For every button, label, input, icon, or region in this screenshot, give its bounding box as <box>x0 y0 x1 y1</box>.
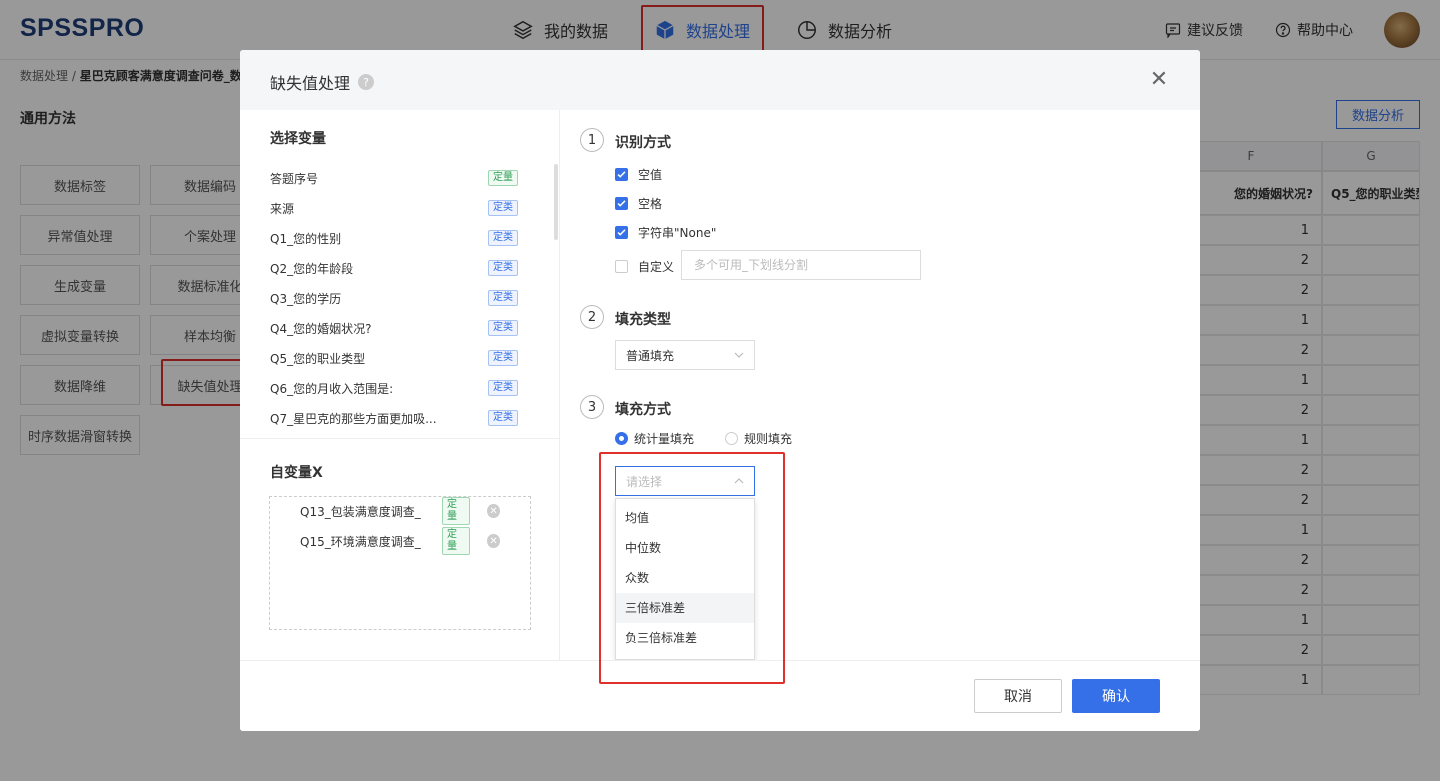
checkbox-checked-icon[interactable] <box>615 168 628 181</box>
dropdown-highlight-box <box>599 452 785 684</box>
variable-type-tag: 定类 <box>488 320 518 336</box>
pane-divider <box>240 438 560 439</box>
confirm-button[interactable]: 确认 <box>1072 679 1160 713</box>
remove-icon[interactable]: ✕ <box>487 534 500 548</box>
radio-rule-fill[interactable]: 规则填充 <box>725 430 792 447</box>
radio-label: 统计量填充 <box>634 432 695 446</box>
variable-item[interactable]: Q3_您的学历 定类 <box>270 283 518 313</box>
variable-name: Q4_您的婚姻状况? <box>270 321 372 336</box>
variable-type-tag: 定类 <box>488 350 518 366</box>
indep-var-tag: 定量 <box>442 497 471 525</box>
select-variable-title: 选择变量 <box>270 131 326 147</box>
radio-label: 规则填充 <box>744 432 793 446</box>
variable-name: Q5_您的职业类型 <box>270 351 366 366</box>
radio-unselected-icon[interactable] <box>725 432 738 445</box>
indep-var-name: Q13_包装满意度调查_... <box>300 504 423 519</box>
checkbox-space[interactable]: 空格 <box>615 195 662 212</box>
variable-type-tag: 定类 <box>488 230 518 246</box>
variable-item[interactable]: Q1_您的性别 定类 <box>270 223 518 253</box>
step-number: 3 <box>580 395 604 419</box>
fill-type-value: 普通填充 <box>626 348 675 363</box>
step2-title: 填充类型 <box>615 312 671 328</box>
variable-type-tag: 定类 <box>488 260 518 276</box>
question-icon[interactable]: ? <box>358 74 375 90</box>
variable-item[interactable]: Q2_您的年龄段 定类 <box>270 253 518 283</box>
step3-title: 填充方式 <box>615 402 671 418</box>
dialog-title: 缺失值处理 ? <box>270 70 375 94</box>
indep-var-item[interactable]: Q13_包装满意度调查_... 定量 ✕ <box>270 496 500 526</box>
chevron-down-icon <box>734 352 744 358</box>
variable-item[interactable]: Q5_您的职业类型 定类 <box>270 343 518 373</box>
variable-name: Q6_您的月收入范围是: <box>270 381 394 396</box>
checkbox-checked-icon[interactable] <box>615 197 628 210</box>
checkbox-label: 字符串"None" <box>638 226 717 240</box>
variable-list-scrollbar[interactable] <box>554 164 558 240</box>
indep-var-name: Q15_环境满意度调查_... <box>300 534 423 549</box>
variable-item[interactable]: Q7_星巴克的那些方面更加吸... 定类 <box>270 403 518 433</box>
step-number: 1 <box>580 128 604 152</box>
variable-item[interactable]: 答题序号 定量 <box>270 163 518 193</box>
cancel-button[interactable]: 取消 <box>974 679 1062 713</box>
variable-item[interactable]: Q4_您的婚姻状况? 定类 <box>270 313 518 343</box>
dialog-header <box>240 50 1200 110</box>
variable-item[interactable]: 来源 定类 <box>270 193 518 223</box>
checkbox-none-string[interactable]: 字符串"None" <box>615 224 716 241</box>
variable-name: Q2_您的年龄段 <box>270 261 354 276</box>
variable-name: Q3_您的学历 <box>270 291 342 306</box>
radio-selected-icon[interactable] <box>615 432 628 445</box>
variable-type-tag: 定类 <box>488 410 518 426</box>
indep-var-item[interactable]: Q15_环境满意度调查_... 定量 ✕ <box>270 526 500 556</box>
variable-name: Q7_星巴克的那些方面更加吸... <box>270 411 437 426</box>
step-number: 2 <box>580 305 604 329</box>
variable-name: 答题序号 <box>270 171 319 186</box>
checkbox-null[interactable]: 空值 <box>615 166 662 183</box>
variable-name: 来源 <box>270 201 295 216</box>
variable-type-tag: 定类 <box>488 290 518 306</box>
indep-var-tag: 定量 <box>442 527 471 555</box>
fill-type-select[interactable]: 普通填充 <box>615 340 755 370</box>
variable-type-tag: 定量 <box>488 170 518 186</box>
variable-name: Q1_您的性别 <box>270 231 342 246</box>
checkbox-unchecked-icon[interactable] <box>615 260 628 273</box>
variable-type-tag: 定类 <box>488 200 518 216</box>
checkbox-label: 自定义 <box>638 260 675 274</box>
custom-identifier-input[interactable]: 多个可用_下划线分割 <box>681 250 921 280</box>
checkbox-checked-icon[interactable] <box>615 226 628 239</box>
independent-var-title: 自变量X <box>270 465 323 481</box>
radio-statistic-fill[interactable]: 统计量填充 <box>615 430 694 447</box>
step1-title: 识别方式 <box>615 135 671 151</box>
checkbox-label: 空值 <box>638 168 663 182</box>
dialog-title-text: 缺失值处理 <box>270 74 351 93</box>
close-icon[interactable]: ✕ <box>1148 69 1170 92</box>
variable-type-tag: 定类 <box>488 380 518 396</box>
variable-item[interactable]: Q6_您的月收入范围是: 定类 <box>270 373 518 403</box>
remove-icon[interactable]: ✕ <box>487 504 500 518</box>
checkbox-label: 空格 <box>638 197 663 211</box>
checkbox-custom[interactable]: 自定义 <box>615 258 674 275</box>
